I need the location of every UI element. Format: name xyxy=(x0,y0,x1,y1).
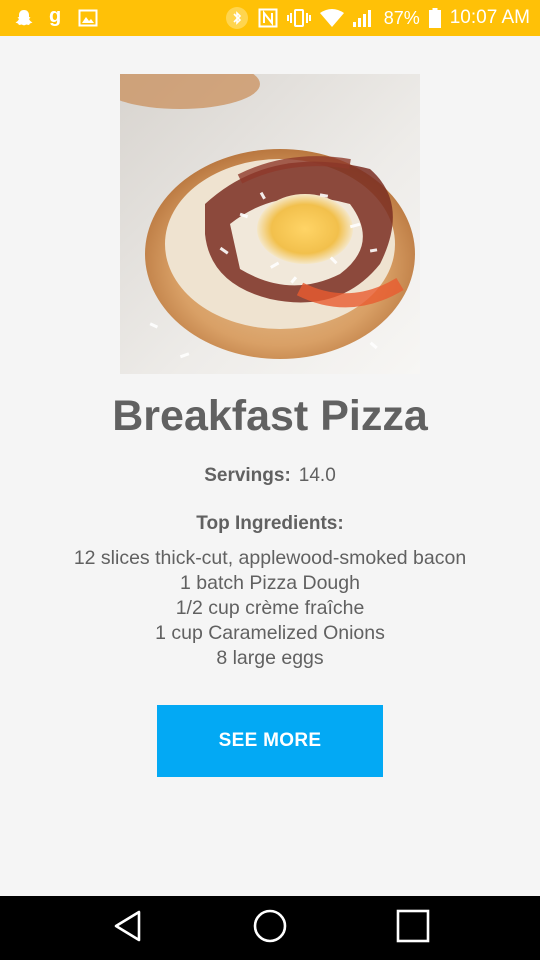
recents-button[interactable] xyxy=(373,896,453,960)
signal-icon xyxy=(352,9,375,27)
svg-text:g: g xyxy=(49,7,61,27)
servings-label: Servings: xyxy=(204,465,291,486)
servings-value: 14.0 xyxy=(298,465,336,486)
servings-row: Servings: 14.0 xyxy=(0,465,540,487)
ingredient-item: 1 batch Pizza Dough xyxy=(180,572,360,594)
status-bar: g 87% 10:07 AM xyxy=(0,0,540,36)
ingredient-item: 8 large eggs xyxy=(216,647,324,669)
back-button[interactable] xyxy=(88,896,168,960)
bluetooth-icon xyxy=(225,6,249,30)
goodreads-icon: g xyxy=(48,7,64,29)
battery-icon xyxy=(428,8,441,28)
wifi-icon xyxy=(319,9,344,27)
home-button[interactable] xyxy=(230,896,310,960)
ingredient-item: 1 cup Caramelized Onions xyxy=(155,622,385,644)
app-screen: g 87% 10:07 AM Breakfast Pizza Servings:… xyxy=(0,0,540,960)
see-more-button[interactable]: SEE MORE xyxy=(157,705,383,777)
ingredient-item: 1/2 cup crème fraîche xyxy=(175,597,365,619)
navigation-bar xyxy=(0,896,540,960)
vibrate-icon xyxy=(286,8,311,28)
battery-percent: 87% xyxy=(383,7,420,28)
recipe-image xyxy=(120,74,420,374)
status-left-icons: g xyxy=(14,7,98,29)
recipe-title: Breakfast Pizza xyxy=(112,392,428,440)
ingredient-item: 12 slices thick-cut, applewood-smoked ba… xyxy=(73,547,467,569)
nfc-icon xyxy=(258,8,278,28)
recipe-detail: Breakfast Pizza Servings: 14.0 Top Ingred… xyxy=(0,36,540,896)
ingredients-heading: Top Ingredients: xyxy=(196,513,344,534)
gallery-icon xyxy=(78,8,98,28)
status-right-icons: 87% 10:07 AM xyxy=(225,6,530,30)
clock: 10:07 AM xyxy=(449,7,530,28)
snapchat-icon xyxy=(14,8,34,28)
home-icon xyxy=(252,908,288,949)
back-icon xyxy=(113,909,143,948)
recents-icon xyxy=(396,909,430,948)
ingredients-list: 12 slices thick-cut, applewood-smoked ba… xyxy=(0,546,540,671)
